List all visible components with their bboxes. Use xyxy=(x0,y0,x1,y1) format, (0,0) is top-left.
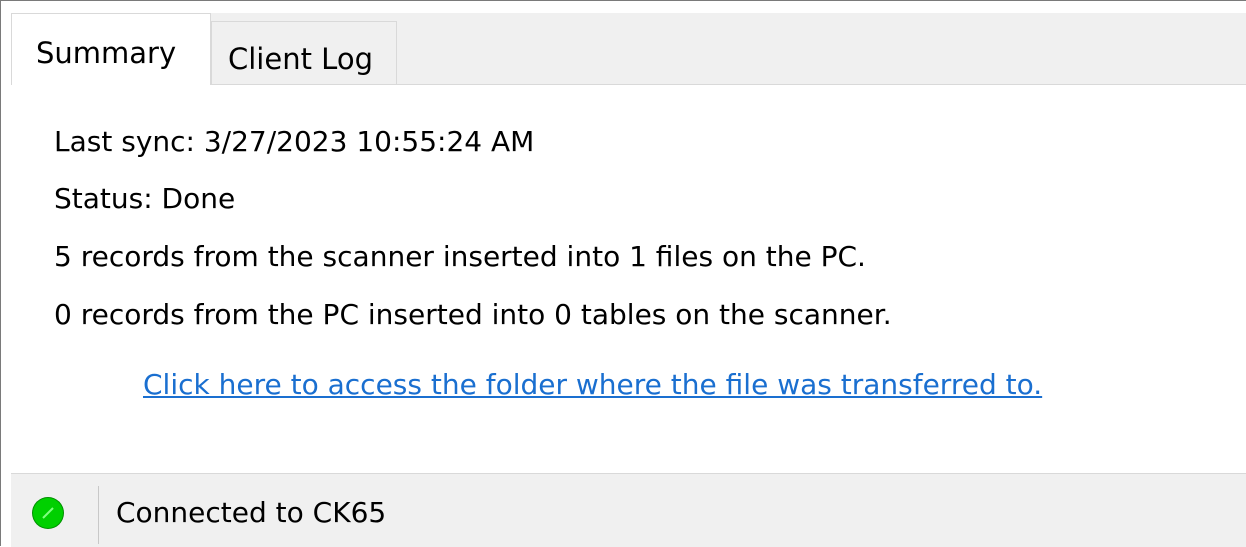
open-folder-link[interactable]: Click here to access the folder where th… xyxy=(143,368,1042,401)
status-dot-shine xyxy=(42,507,54,519)
status-text: Status: Done xyxy=(54,182,236,215)
tab-summary[interactable]: Summary xyxy=(11,13,211,85)
scanner-to-pc-text: 5 records from the scanner inserted into… xyxy=(54,240,866,273)
tab-summary-label: Summary xyxy=(36,36,177,70)
pc-to-scanner-text: 0 records from the PC inserted into 0 ta… xyxy=(54,298,892,331)
tab-client-log-label: Client Log xyxy=(228,42,373,76)
sync-window: Summary Client Log Last sync: 3/27/2023 … xyxy=(0,0,1246,547)
status-bar: Connected to CK65 xyxy=(11,473,1246,547)
connection-status-text: Connected to CK65 xyxy=(116,496,387,529)
tab-client-log[interactable]: Client Log xyxy=(211,21,397,84)
green-status-dot-icon xyxy=(33,498,63,528)
summary-panel: Last sync: 3/27/2023 10:55:24 AM Status:… xyxy=(11,85,1246,473)
status-separator xyxy=(98,486,99,544)
last-sync-text: Last sync: 3/27/2023 10:55:24 AM xyxy=(54,125,535,158)
